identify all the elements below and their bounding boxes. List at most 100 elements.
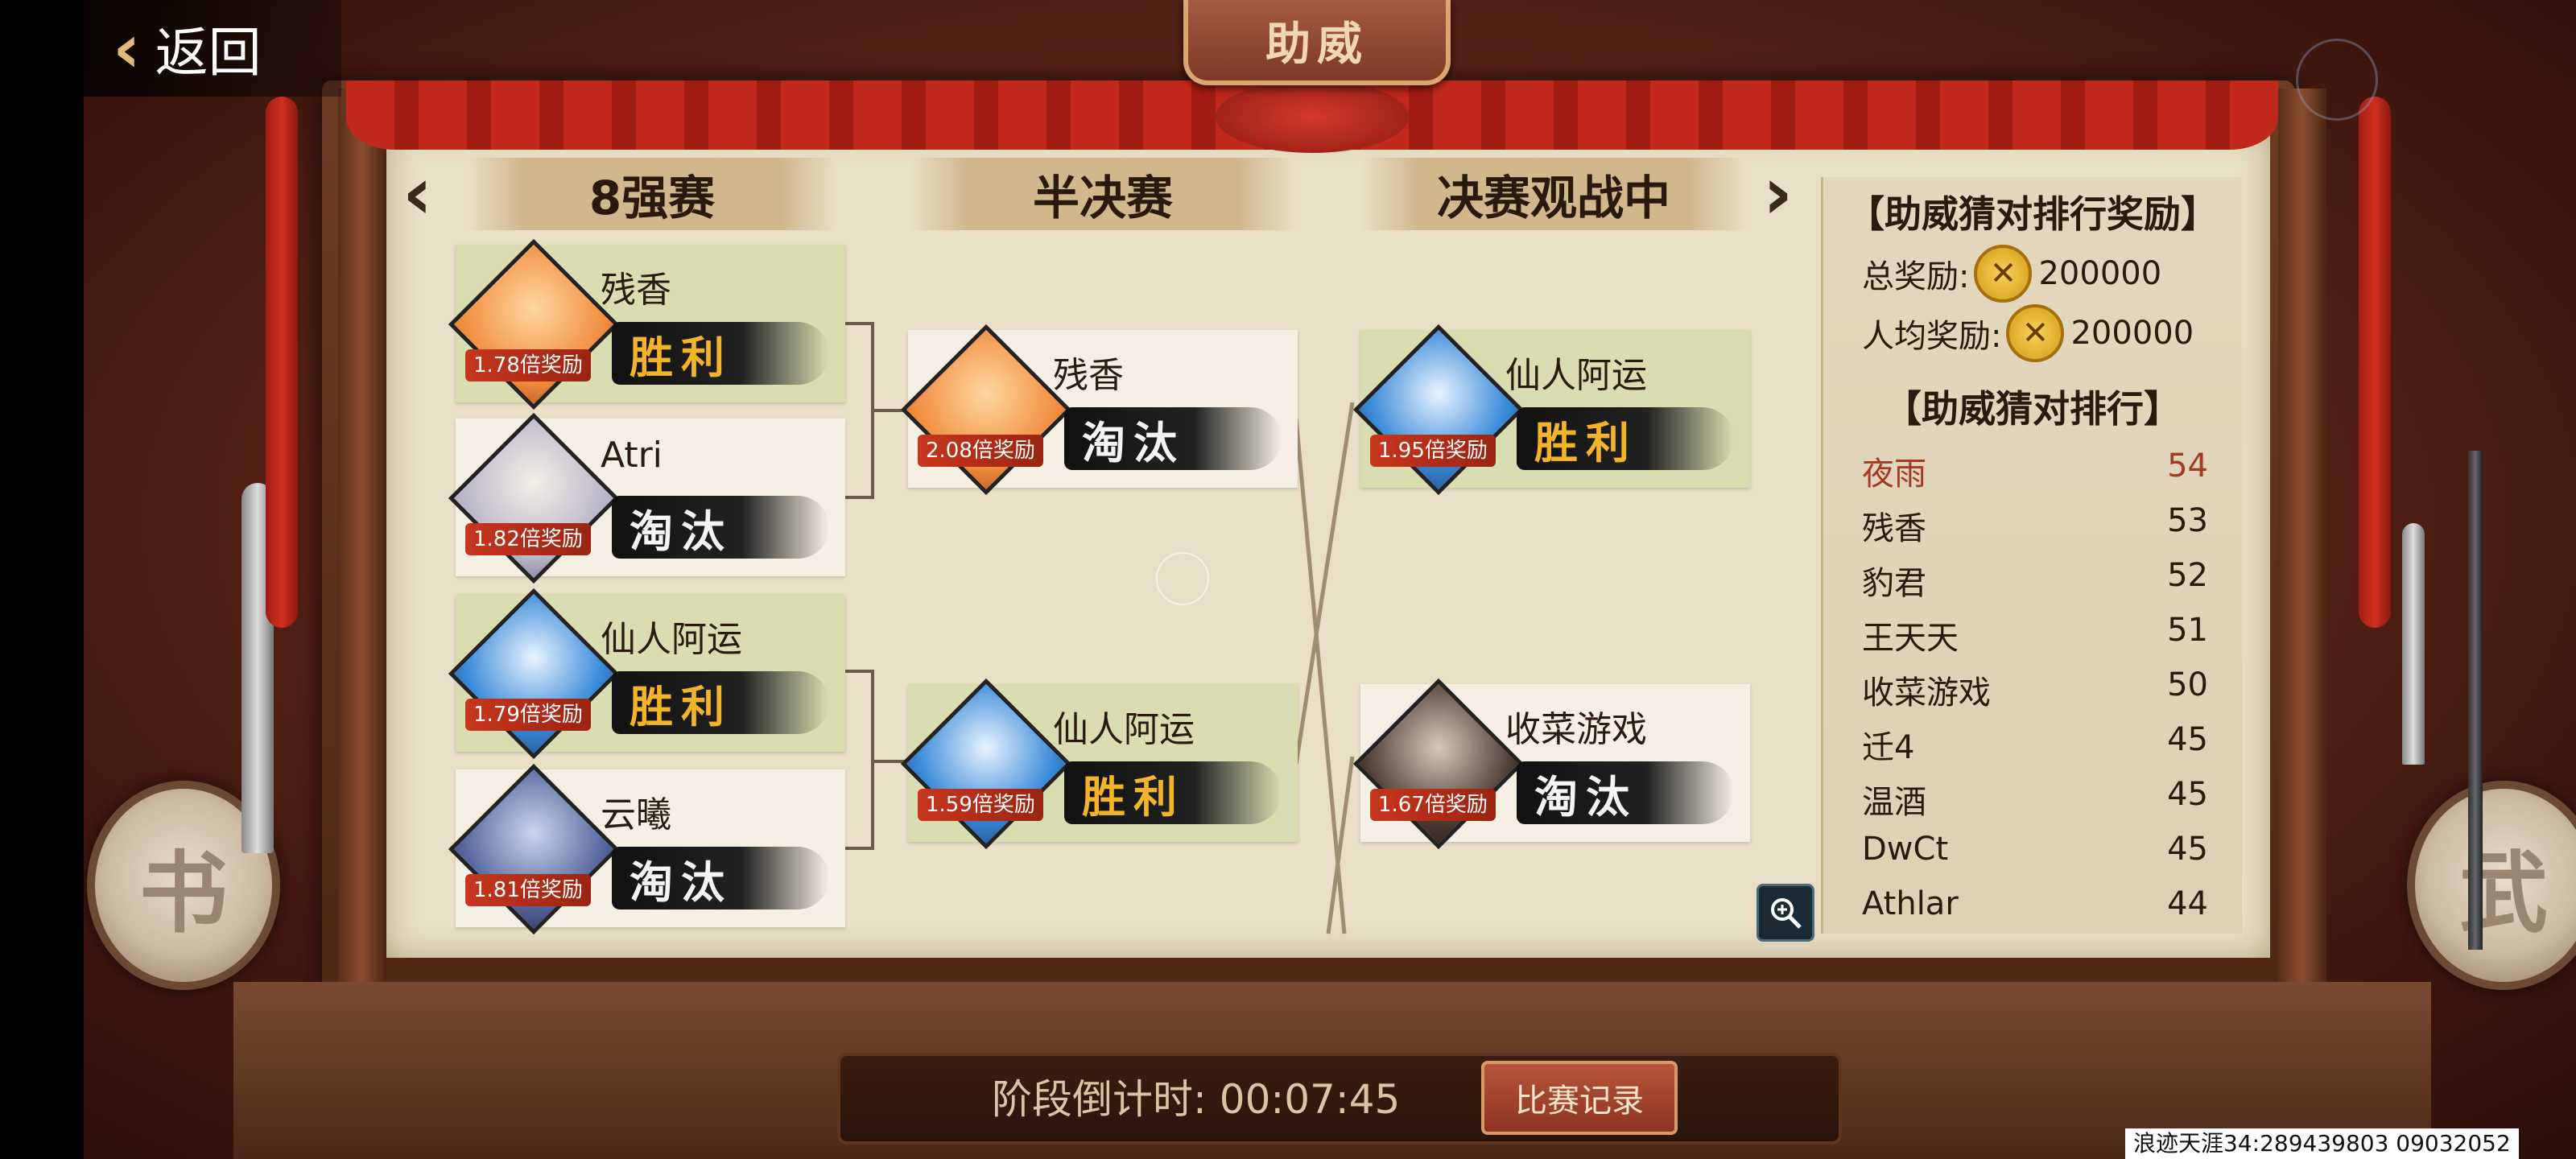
zoom-in-icon [1771,898,1802,929]
player-name: 仙人阿运 [1505,355,1647,396]
player-avatar [448,238,620,410]
ranking-score: 45 [2167,721,2208,758]
odds-badge: 1.67倍奖励 [1370,789,1496,821]
per-person-reward-row: 人均奖励: 200000 [1862,304,2194,362]
match-record-button[interactable]: 比赛记录 [1481,1061,1678,1135]
ranking-score: 53 [2167,502,2208,539]
odds-badge: 1.79倍奖励 [465,699,591,731]
player-card[interactable]: 残香 1.78倍奖励 胜利 [448,238,845,410]
result-stamp: 淘汰 [612,496,829,559]
prev-stage-arrow[interactable]: ‹ [402,158,432,230]
page-title-plaque: 助威 [1183,0,1451,85]
left-curtain [266,97,298,628]
player-name: 收菜游戏 [1505,709,1647,750]
ranking-row: 收菜游戏 50 [1862,666,2208,713]
ranking-name: 残香 [1862,510,1926,547]
zoom-in-button[interactable] [1757,884,1814,942]
player-card[interactable]: 云曦 1.81倍奖励 淘汰 [448,763,845,935]
result-stamp: 淘汰 [612,847,829,909]
total-reward-value: 200000 [2038,255,2162,292]
odds-badge: 1.95倍奖励 [1370,435,1496,467]
stage-countdown: 阶段倒计时: 00:07:45 [992,1067,1400,1125]
ranking-row: 残香 53 [1862,502,2208,549]
player-avatar [448,588,620,760]
player-card[interactable]: 收菜游戏 1.67倍奖励 淘汰 [1352,678,1750,850]
player-avatar [448,412,620,584]
stage-header-final: 决赛观战中 [1360,158,1747,230]
right-staff-decoration [2468,451,2483,950]
odds-badge: 1.81倍奖励 [465,874,591,906]
player-name: 残香 [601,270,671,311]
next-stage-arrow[interactable]: › [1763,158,1793,230]
result-stamp: 胜利 [612,671,829,734]
right-spear-decoration [2402,523,2425,765]
odds-badge: 1.82倍奖励 [465,523,591,555]
chevron-left-icon: ‹ [113,9,141,88]
final-bracket-lines [1294,402,1355,934]
ranking-title: 【助威猜对排行】 [1885,387,2181,431]
per-person-reward-label: 人均奖励: [1862,318,2002,355]
ranking-score: 50 [2167,666,2208,703]
ranking-row: Athlar 44 [1862,885,2208,922]
player-avatar [448,763,620,935]
back-button[interactable]: ‹ 返回 [84,0,341,97]
ranking-name: 王天天 [1862,620,1959,657]
ranking-name: 豹君 [1862,565,1926,602]
ranking-name: 夜雨 [1862,456,1926,493]
result-stamp: 淘汰 [1517,761,1734,824]
player-card[interactable]: 仙人阿运 1.79倍奖励 胜利 [448,588,845,760]
player-card[interactable]: Atri 1.82倍奖励 淘汰 [448,412,845,584]
right-curtain [2359,97,2391,628]
ranking-score: 45 [2167,776,2208,813]
ranking-name: 收菜游戏 [1862,674,1991,711]
odds-badge: 1.59倍奖励 [918,789,1043,821]
bracket-line [842,322,874,325]
player-card[interactable]: 仙人阿运 1.95倍奖励 胜利 [1352,324,1750,496]
left-black-bar [0,0,84,1159]
ranking-score: 45 [2167,831,2208,868]
player-name: 云曦 [601,794,671,835]
ranking-name: 迁4 [1862,729,1915,766]
coin-icon [1974,245,2033,303]
ranking-score: 52 [2167,557,2208,594]
reward-ranking-panel: 【助威猜对排行奖励】 总奖励: 200000 人均奖励: 200000 【助威猜… [1821,177,2242,934]
player-avatar [1352,324,1525,496]
countdown-value: 00:07:45 [1219,1076,1401,1123]
bracket-line [842,670,874,673]
reward-panel-title: 【助威猜对排行奖励】 [1847,192,2218,236]
per-person-reward-value: 200000 [2070,315,2194,352]
page-title: 助威 [1265,17,1368,71]
ranking-row: 豹君 52 [1862,557,2208,604]
bracket-line [842,847,874,850]
ranking-row: 温酒 45 [1862,776,2208,823]
coin-icon [2006,304,2065,362]
ranking-score: 51 [2167,612,2208,649]
left-pillar [338,89,386,990]
ranking-name: 温酒 [1862,784,1926,821]
ranking-row: 王天天 51 [1862,612,2208,658]
right-pillar [2278,89,2326,990]
player-name: 仙人阿运 [1053,709,1195,750]
ranking-score: 44 [2167,885,2208,922]
odds-badge: 1.78倍奖励 [465,349,591,382]
total-reward-row: 总奖励: 200000 [1862,245,2161,303]
player-avatar [900,324,1072,496]
result-stamp: 淘汰 [1064,407,1282,470]
player-name: Atri [601,435,663,476]
curtain-knot [1216,80,1409,153]
result-stamp: 胜利 [612,322,829,385]
result-stamp: 胜利 [1064,761,1282,824]
ranking-row: 迁4 45 [1862,721,2208,768]
stage-header-round8: 8强赛 [467,158,837,230]
corner-ring-decoration [2296,39,2378,121]
ranking-score: 54 [2167,448,2208,485]
total-reward-label: 总奖励: [1862,258,1970,295]
player-card[interactable]: 仙人阿运 1.59倍奖励 胜利 [900,678,1298,850]
player-card[interactable]: 残香 2.08倍奖励 淘汰 [900,324,1298,496]
back-label: 返回 [155,22,262,84]
player-avatar [1352,678,1525,850]
stage-header-semifinal: 半决赛 [910,158,1296,230]
player-avatar [900,678,1072,850]
right-drum: 武 [2407,781,2576,990]
countdown-label: 阶段倒计时: [992,1076,1207,1123]
